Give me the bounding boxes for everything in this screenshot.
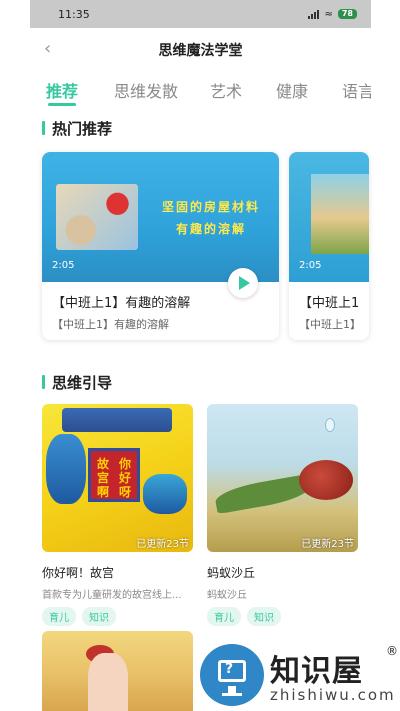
video-thumbnail: 2:05 <box>289 152 369 282</box>
course-thumbnail[interactable] <box>42 631 193 711</box>
watermark-url: zhishiwu.com <box>270 686 396 704</box>
nav-bar: ‹ 思维魔法学堂 <box>30 28 371 72</box>
section-heading-hot: 热门推荐 <box>42 118 112 139</box>
hot-card[interactable]: 2:05 【中班上1 【中班上1】 <box>289 152 369 340</box>
roof-illustration <box>62 408 172 432</box>
thumbnail-image <box>311 174 369 254</box>
watermark-logo: ? 知识屋 ® zhishiwu.com <box>200 642 400 708</box>
course-thumbnail: 故 你 宫 好 啊 呀 已更新23节 <box>42 404 193 552</box>
status-time: 11:35 <box>58 7 90 21</box>
thumbnail-caption: 坚固的房屋材料 有趣的溶解 <box>161 200 260 236</box>
sign-illustration: 故 你 宫 好 啊 呀 <box>88 448 140 502</box>
status-bar: 11:35 ≈ 78 <box>30 0 371 28</box>
tab-health[interactable]: 健康 <box>276 78 308 102</box>
category-tabs: 推荐 思维发散 艺术 健康 语言 <box>30 72 371 110</box>
tag: 知识 <box>82 607 116 626</box>
card-subtitle: 【中班上1】 <box>299 318 361 331</box>
leaf-illustration <box>213 473 313 515</box>
watermark-title: 知识屋 <box>270 654 363 689</box>
card-title: 【中班上1】有趣的溶解 <box>52 296 191 311</box>
course-thumbnail: 已更新23节 <box>207 404 358 552</box>
course-subtitle: 蚂蚁沙丘 <box>207 590 247 601</box>
tab-language[interactable]: 语言 <box>342 78 371 102</box>
course-card[interactable]: 故 你 宫 好 啊 呀 已更新23节 你好啊！故宫 首款专为儿童研发的故宫线上.… <box>42 404 193 626</box>
tab-thinking[interactable]: 思维发散 <box>114 78 178 102</box>
signal-icon <box>308 9 320 19</box>
video-duration: 2:05 <box>52 260 75 271</box>
water-drop-illustration <box>325 418 335 432</box>
tab-art[interactable]: 艺术 <box>210 78 242 102</box>
play-icon[interactable] <box>228 268 258 298</box>
help-monitor-icon: ? <box>200 644 264 706</box>
page-title: 思维魔法学堂 <box>158 43 243 59</box>
course-title: 你好啊！故宫 <box>42 566 115 580</box>
update-badge: 已更新23节 <box>136 539 189 550</box>
tag-list: 育儿 知识 <box>207 607 358 626</box>
tab-recommend[interactable]: 推荐 <box>46 78 78 102</box>
hot-card[interactable]: 坚固的房屋材料 有趣的溶解 2:05 【中班上1】有趣的溶解 【中班上1】有趣的… <box>42 152 279 340</box>
card-subtitle: 【中班上1】有趣的溶解 <box>52 318 169 331</box>
video-thumbnail: 坚固的房屋材料 有趣的溶解 2:05 <box>42 152 279 282</box>
course-card[interactable]: 已更新23节 蚂蚁沙丘 蚂蚁沙丘 育儿 知识 <box>207 404 358 626</box>
battery-indicator: 78 <box>337 9 357 19</box>
course-title: 蚂蚁沙丘 <box>207 566 256 580</box>
section-heading-guide: 思维引导 <box>42 372 112 393</box>
status-icons: ≈ 78 <box>308 9 357 20</box>
tag: 知识 <box>247 607 281 626</box>
wifi-icon: ≈ <box>324 8 333 20</box>
character-illustration <box>88 653 128 711</box>
thumbnail-image <box>56 184 138 250</box>
active-tab-indicator <box>48 103 76 106</box>
dragon-illustration <box>46 434 86 504</box>
update-badge: 已更新23节 <box>301 539 354 550</box>
tag: 育儿 <box>207 607 241 626</box>
dragon-illustration <box>143 474 187 514</box>
ant-illustration <box>299 460 353 500</box>
tag-list: 育儿 知识 <box>42 607 193 626</box>
course-subtitle: 首款专为儿童研发的故宫线上... <box>42 590 182 601</box>
card-title: 【中班上1 <box>299 296 360 311</box>
back-arrow-icon[interactable]: ‹ <box>44 39 64 59</box>
registered-mark: ® <box>386 644 398 658</box>
tag: 育儿 <box>42 607 76 626</box>
video-duration: 2:05 <box>299 260 322 271</box>
